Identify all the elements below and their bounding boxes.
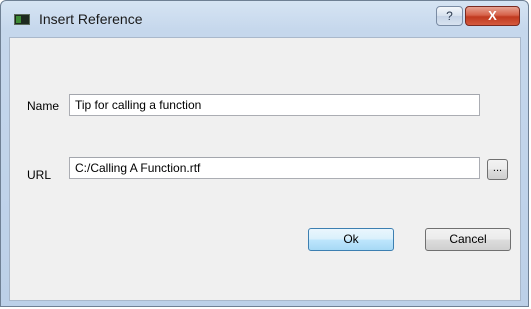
help-button[interactable]: ? [436,6,463,26]
name-input[interactable]: Tip for calling a function [69,94,480,116]
title-bar: Insert Reference ? X [1,1,528,37]
cancel-button[interactable]: Cancel [425,228,511,251]
name-label: Name [27,99,60,113]
app-icon [14,14,30,25]
close-button[interactable]: X [465,6,520,26]
insert-reference-dialog: Insert Reference ? X Name Tip for callin… [0,0,529,307]
url-input[interactable]: C:/Calling A Function.rtf [69,157,480,179]
dialog-body: Name Tip for calling a function URL C:/C… [9,37,521,301]
browse-button[interactable]: ... [487,159,508,180]
ok-button[interactable]: Ok [308,228,394,251]
url-label: URL [27,168,52,182]
window-title: Insert Reference [39,11,143,27]
